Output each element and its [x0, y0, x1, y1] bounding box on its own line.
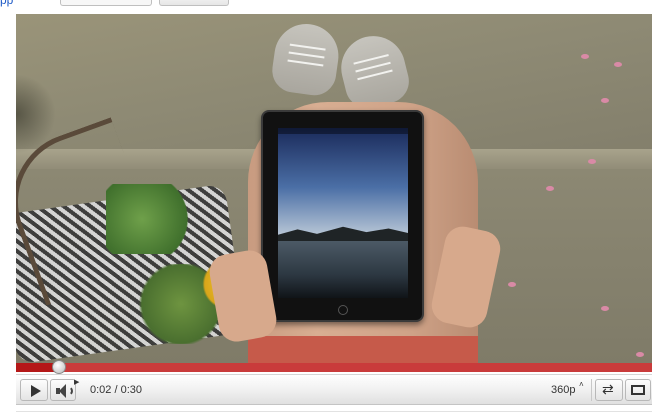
- screen-statusbar: [278, 128, 408, 134]
- screen-water: [278, 241, 408, 298]
- video-frame[interactable]: [16, 14, 652, 363]
- repeat-icon: ⇄: [602, 381, 614, 397]
- petal: [581, 54, 589, 59]
- top-link[interactable]: pp: [0, 0, 13, 7]
- volume-button[interactable]: [50, 379, 76, 401]
- greens: [106, 184, 196, 254]
- skirt: [248, 336, 478, 363]
- divider: [591, 379, 592, 401]
- tablet-screen: [278, 128, 408, 298]
- screen-sky: [278, 128, 408, 236]
- petal: [636, 352, 644, 357]
- home-button-icon: [338, 305, 348, 315]
- petal: [546, 186, 554, 191]
- fullscreen-button[interactable]: [625, 379, 651, 401]
- play-icon: [31, 385, 41, 397]
- repeat-button[interactable]: ⇄: [595, 379, 623, 401]
- top-select[interactable]: [60, 0, 152, 6]
- petal: [588, 159, 596, 164]
- progress-bar[interactable]: [16, 363, 652, 372]
- tablet-device: [261, 110, 424, 322]
- quality-selector[interactable]: 360p: [551, 384, 575, 396]
- petal: [508, 282, 516, 287]
- top-button[interactable]: [159, 0, 229, 6]
- petal: [601, 98, 609, 103]
- petal: [601, 306, 609, 311]
- volume-arrow-icon[interactable]: ▶: [74, 378, 79, 386]
- control-bar: ▶ 0:02 / 0:30 360p ˄ ⇄: [16, 374, 652, 405]
- divider: [16, 411, 652, 412]
- petal: [614, 62, 622, 67]
- time-display: 0:02 / 0:30: [90, 384, 142, 396]
- play-button[interactable]: [20, 379, 48, 401]
- top-toolbar: pp: [0, 0, 653, 12]
- chevron-up-icon[interactable]: ˄: [579, 380, 584, 389]
- progress-scrubber[interactable]: [51, 360, 66, 374]
